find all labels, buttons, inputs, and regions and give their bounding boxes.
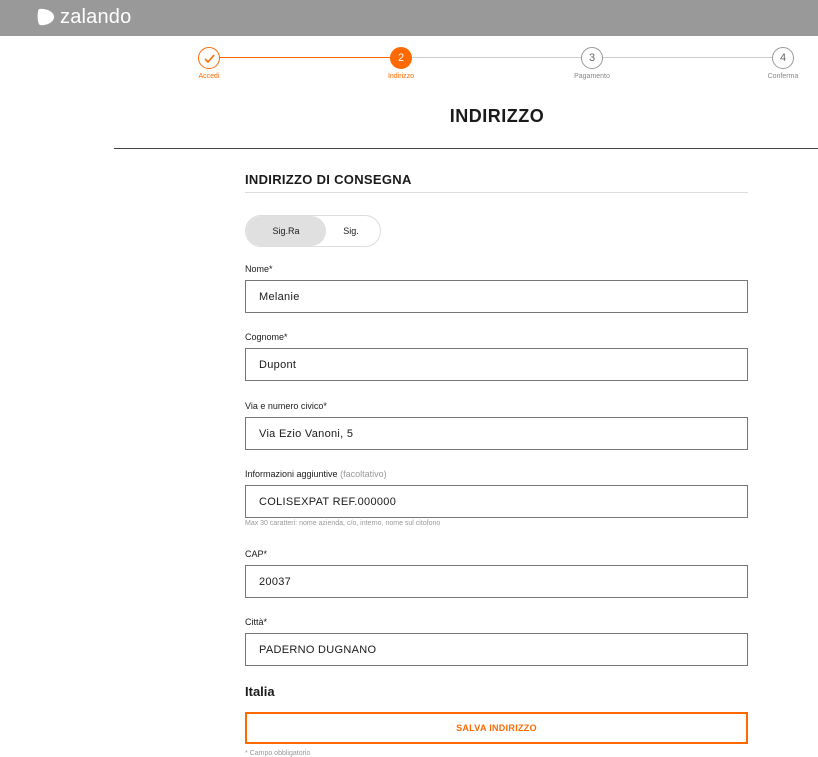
- gender-option-sig[interactable]: Sig.: [326, 216, 366, 246]
- step-accedi[interactable]: Accedi: [179, 47, 239, 80]
- cognome-label: Cognome*: [245, 332, 288, 342]
- cap-input[interactable]: 20037: [245, 565, 748, 598]
- step-conferma: 4 Conferma: [753, 47, 813, 80]
- progress-line-done: [219, 57, 390, 58]
- address-form: INDIRIZZO DI CONSEGNA Sig.Ra Sig. Nome* …: [245, 160, 748, 757]
- step-label: Accedi: [198, 73, 220, 80]
- cap-label: CAP*: [245, 549, 268, 559]
- field-info: Informazioni aggiuntive (facoltativo) CO…: [245, 469, 748, 527]
- zalando-logo-icon: [37, 8, 55, 26]
- optional-tag: (facoltativo): [340, 469, 387, 479]
- checkout-progress: Accedi 2 Indirizzo 3 Pagamento 4 Conferm…: [0, 36, 818, 96]
- step-number: 2: [390, 47, 412, 69]
- via-input[interactable]: Via Ezio Vanoni, 5: [245, 417, 748, 450]
- save-address-button[interactable]: SALVA INDIRIZZO: [245, 712, 748, 744]
- step-label: Conferma: [767, 73, 799, 80]
- citta-label: Città*: [245, 617, 268, 627]
- field-cap: CAP* 20037: [245, 549, 748, 598]
- info-input[interactable]: COLISEXPAT REF.000000: [245, 485, 748, 518]
- gender-option-sigra[interactable]: Sig.Ra: [246, 216, 326, 246]
- zalando-logo[interactable]: zalando: [36, 7, 131, 27]
- step-pagamento: 3 Pagamento: [562, 47, 622, 80]
- page-title: INDIRIZZO: [449, 106, 545, 126]
- logo-text: zalando: [60, 6, 132, 28]
- checkmark-icon: [198, 47, 220, 69]
- section-title: INDIRIZZO DI CONSEGNA: [245, 160, 748, 193]
- citta-input[interactable]: PADERNO DUGNANO: [245, 633, 748, 666]
- nome-label: Nome*: [245, 264, 273, 274]
- step-label: Indirizzo: [387, 73, 415, 80]
- top-bar: zalando: [0, 0, 818, 36]
- cognome-input[interactable]: Dupont: [245, 348, 748, 381]
- country-name: Italia: [245, 684, 275, 699]
- field-via: Via e numero civico* Via Ezio Vanoni, 5: [245, 401, 748, 450]
- info-hint: Max 30 caratteri: nome azienda, c/o, int…: [245, 520, 441, 527]
- gender-toggle: Sig.Ra Sig.: [245, 215, 381, 247]
- nome-input[interactable]: Melanie: [245, 280, 748, 313]
- field-citta: Città* PADERNO DUGNANO: [245, 617, 748, 666]
- field-cognome: Cognome* Dupont: [245, 332, 748, 381]
- via-label: Via e numero civico*: [245, 401, 327, 411]
- info-label: Informazioni aggiuntive (facoltativo): [245, 469, 748, 481]
- title-divider: [114, 148, 818, 149]
- step-number: 3: [581, 47, 603, 69]
- field-nome: Nome* Melanie: [245, 264, 748, 313]
- info-label-text: Informazioni aggiuntive: [245, 469, 338, 479]
- step-number: 4: [772, 47, 794, 69]
- step-label: Pagamento: [574, 73, 610, 80]
- step-indirizzo: 2 Indirizzo: [371, 47, 431, 80]
